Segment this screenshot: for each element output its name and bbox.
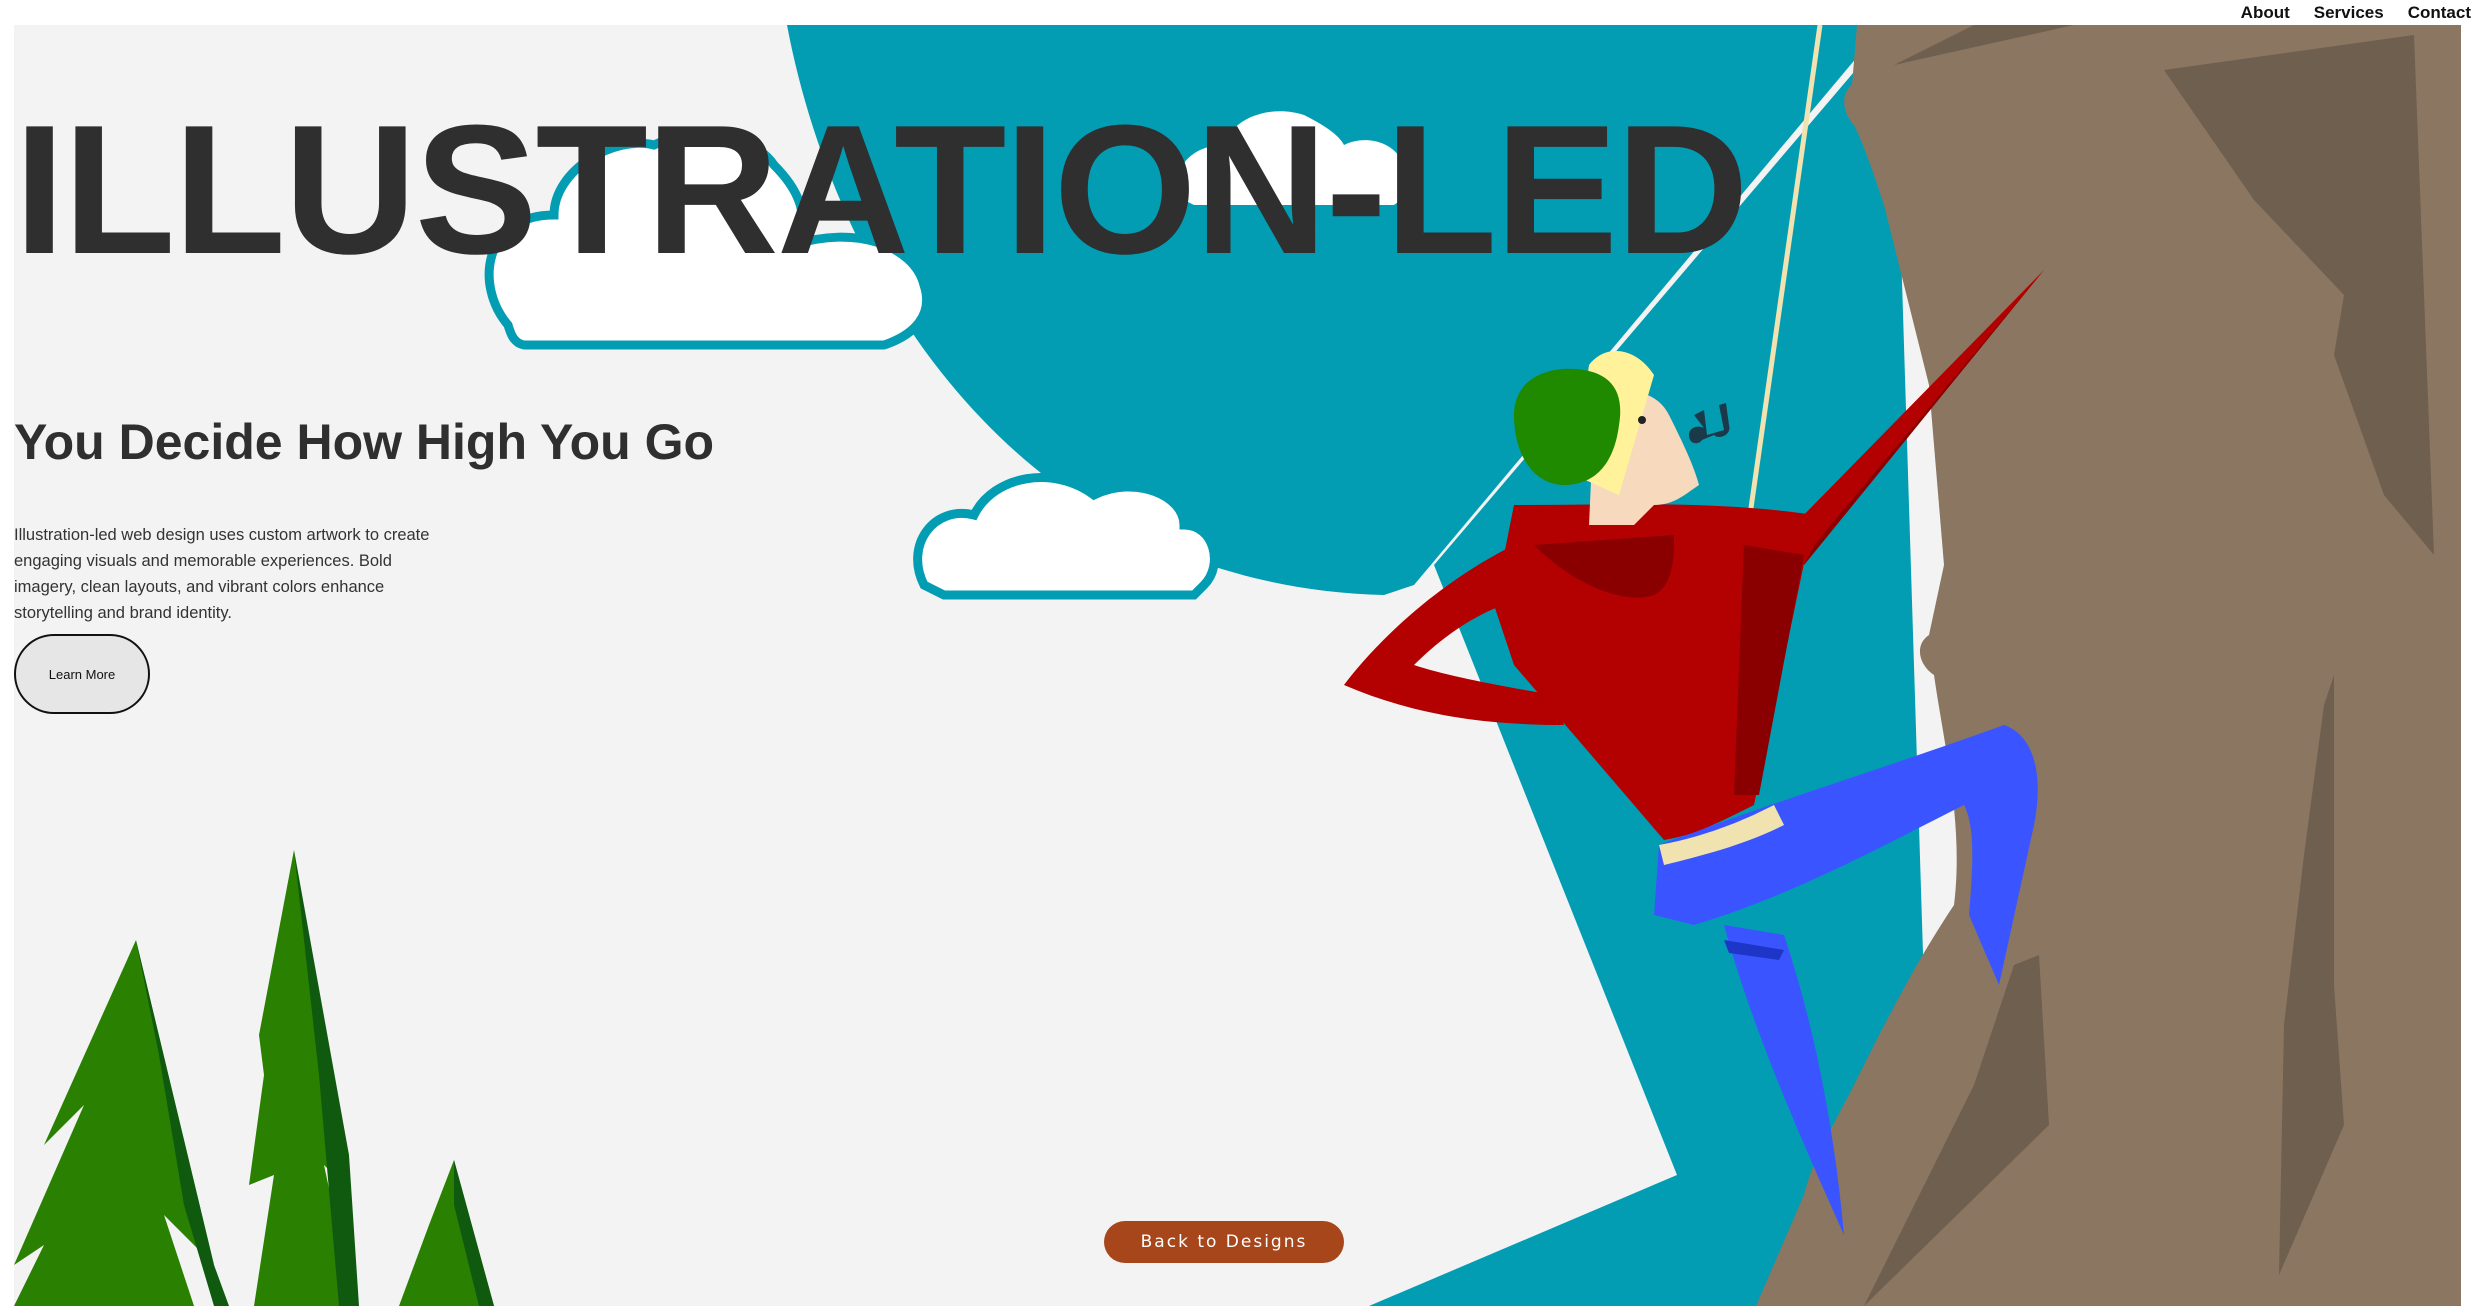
cloud — [913, 473, 1219, 600]
hero-title: ILLUSTRATION-LED — [14, 86, 1749, 292]
hero-subtitle: You Decide How High You Go — [14, 414, 715, 470]
hero-section: ILLUSTRATION-LED You Decide How High You… — [14, 25, 2461, 1306]
learn-more-button[interactable]: Learn More — [14, 634, 150, 714]
hero-description: Illustration-led web design uses custom … — [14, 526, 430, 622]
nav-services-link[interactable]: Services — [2302, 0, 2396, 25]
nav-contact-link[interactable]: Contact — [2396, 0, 2475, 25]
page: About Services Contact ILLUSTRATION-LED … — [0, 0, 2475, 1306]
back-to-designs-button[interactable]: Back to Designs — [1104, 1221, 1344, 1263]
climber-eye — [1638, 416, 1646, 424]
tree — [14, 940, 214, 1306]
nav-about-link[interactable]: About — [2229, 0, 2302, 25]
top-nav: About Services Contact — [2229, 0, 2475, 25]
